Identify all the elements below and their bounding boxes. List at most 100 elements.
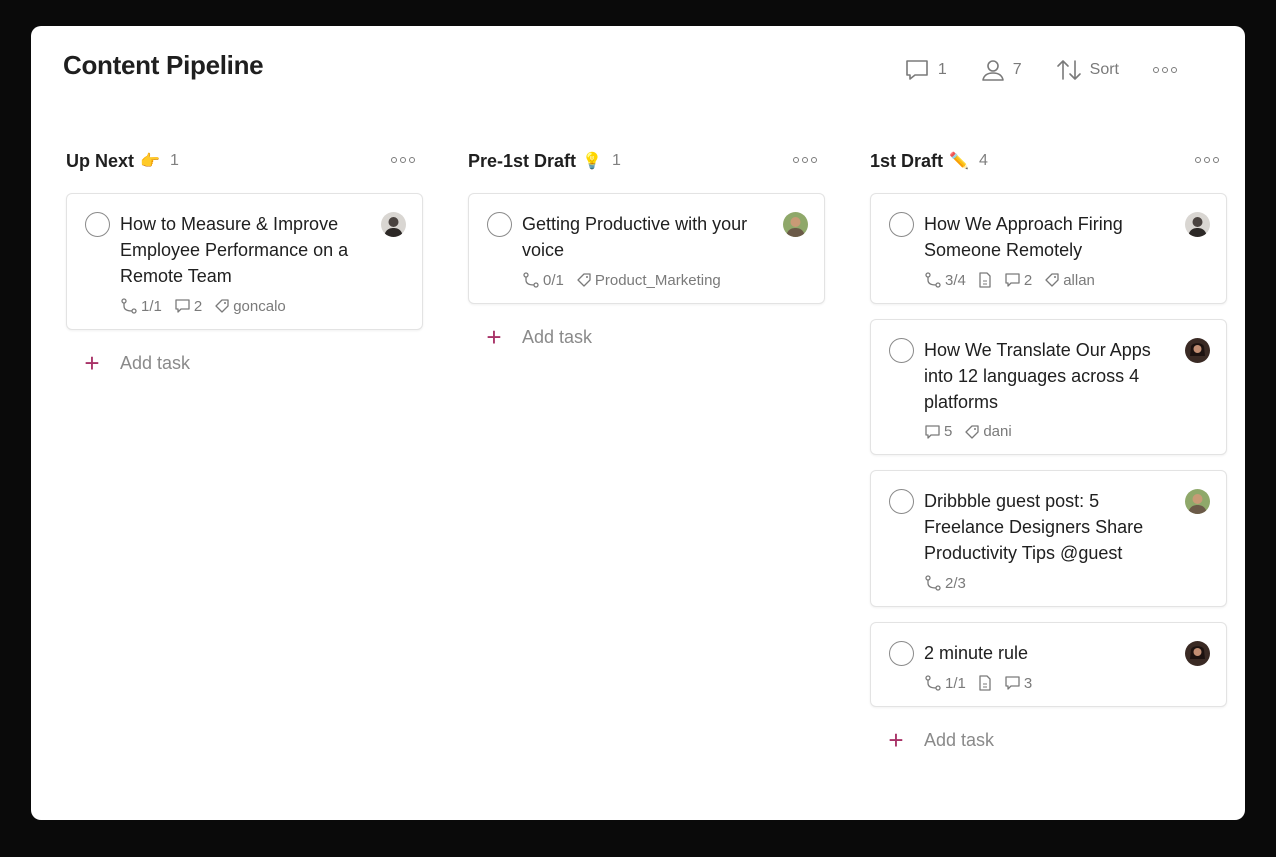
more-dot-icon bbox=[802, 157, 808, 163]
avatar[interactable] bbox=[1185, 489, 1210, 514]
task-card[interactable]: How to Measure & Improve Employee Perfor… bbox=[66, 193, 423, 330]
task-card[interactable]: How We Approach Firing Someone Remotely … bbox=[870, 193, 1227, 304]
task-title: Getting Productive with your voice bbox=[522, 214, 748, 260]
more-dot-icon bbox=[400, 157, 406, 163]
comment-icon bbox=[1004, 272, 1021, 288]
more-dot-icon bbox=[811, 157, 817, 163]
tag-icon bbox=[576, 272, 592, 288]
label-indicator[interactable]: allan bbox=[1044, 272, 1095, 289]
task-checkbox[interactable] bbox=[889, 489, 914, 514]
comments-indicator: 5 bbox=[924, 423, 952, 440]
plus-icon: + bbox=[486, 322, 502, 352]
subtask-icon bbox=[924, 574, 942, 592]
tag-icon bbox=[964, 424, 980, 440]
add-task-button[interactable]: + Add task bbox=[468, 319, 825, 355]
avatar[interactable] bbox=[381, 212, 406, 237]
task-meta: 2/3 bbox=[924, 574, 1210, 592]
task-checkbox[interactable] bbox=[889, 338, 914, 363]
subtask-icon bbox=[924, 674, 942, 692]
column-title: 1st Draft bbox=[870, 150, 944, 171]
task-checkbox[interactable] bbox=[889, 641, 914, 666]
label-indicator[interactable]: dani bbox=[964, 423, 1012, 440]
description-indicator bbox=[978, 675, 992, 691]
more-dot-icon bbox=[1204, 157, 1210, 163]
column-header: Up Next 👉 1 bbox=[66, 146, 423, 176]
column-more-button[interactable] bbox=[793, 157, 817, 163]
column-count: 1 bbox=[169, 152, 179, 169]
comment-icon bbox=[924, 424, 941, 440]
column-up-next: Up Next 👉 1 How to Measure & Improve Emp… bbox=[66, 146, 423, 758]
document-icon bbox=[978, 272, 992, 288]
sort-button[interactable]: Sort bbox=[1056, 58, 1119, 82]
avatar[interactable] bbox=[1185, 641, 1210, 666]
more-dot-icon bbox=[1171, 67, 1177, 73]
subtasks-indicator: 1/1 bbox=[924, 674, 966, 692]
tag-icon bbox=[214, 298, 230, 314]
board-columns: Up Next 👉 1 How to Measure & Improve Emp… bbox=[66, 146, 1227, 758]
document-icon bbox=[978, 675, 992, 691]
more-dot-icon bbox=[1162, 67, 1168, 73]
task-checkbox[interactable] bbox=[889, 212, 914, 237]
label-name: goncalo bbox=[233, 297, 286, 315]
task-checkbox[interactable] bbox=[487, 212, 512, 237]
label-name: Product_Marketing bbox=[594, 271, 721, 289]
comments-count: 2 bbox=[193, 297, 203, 315]
more-dot-icon bbox=[793, 157, 799, 163]
column-emoji: 👉 bbox=[140, 153, 160, 170]
column-header: 1st Draft ✏️ 4 bbox=[870, 146, 1227, 176]
task-card[interactable]: Getting Productive with your voice 0/1 P… bbox=[468, 193, 825, 304]
add-task-label: Add task bbox=[924, 729, 995, 750]
task-title: Dribbble guest post: 5 Freelance Designe… bbox=[924, 491, 1144, 563]
more-dot-icon bbox=[1213, 157, 1219, 163]
subtask-icon bbox=[120, 297, 138, 315]
add-task-label: Add task bbox=[120, 352, 191, 373]
column-header: Pre-1st Draft 💡 1 bbox=[468, 146, 825, 176]
subtask-icon bbox=[924, 271, 942, 289]
subtasks-indicator: 1/1 bbox=[120, 297, 162, 315]
plus-icon: + bbox=[888, 725, 904, 755]
label-indicator[interactable]: goncalo bbox=[214, 298, 286, 315]
task-title: How We Translate Our Apps into 12 langua… bbox=[924, 340, 1151, 412]
comment-icon bbox=[904, 58, 930, 82]
task-card[interactable]: How We Translate Our Apps into 12 langua… bbox=[870, 319, 1227, 455]
column-count: 4 bbox=[978, 152, 988, 169]
column-1st-draft: 1st Draft ✏️ 4 How We Approach Firing So… bbox=[870, 146, 1227, 758]
task-title: 2 minute rule bbox=[924, 643, 1029, 663]
task-card[interactable]: 2 minute rule 1/1 3 bbox=[870, 622, 1227, 707]
label-name: dani bbox=[983, 423, 1012, 440]
person-icon bbox=[981, 58, 1005, 82]
task-title: How We Approach Firing Someone Remotely bbox=[924, 214, 1123, 260]
avatar[interactable] bbox=[1185, 212, 1210, 237]
avatar[interactable] bbox=[1185, 338, 1210, 363]
comments-button[interactable]: 1 bbox=[904, 58, 947, 82]
column-emoji: 💡 bbox=[582, 153, 602, 170]
comments-count: 1 bbox=[937, 61, 947, 78]
more-dot-icon bbox=[391, 157, 397, 163]
add-task-button[interactable]: + Add task bbox=[66, 345, 423, 381]
avatar[interactable] bbox=[783, 212, 808, 237]
task-meta: 1/1 3 bbox=[924, 674, 1210, 692]
column-title: Up Next bbox=[66, 150, 135, 171]
column-pre-1st-draft: Pre-1st Draft 💡 1 Getting Productive wit… bbox=[468, 146, 825, 758]
comment-icon bbox=[174, 298, 191, 314]
description-indicator bbox=[978, 272, 992, 288]
task-meta: 0/1 Product_Marketing bbox=[522, 271, 808, 289]
add-task-button[interactable]: + Add task bbox=[870, 722, 1227, 758]
task-checkbox[interactable] bbox=[85, 212, 110, 237]
people-button[interactable]: 7 bbox=[981, 58, 1022, 82]
comments-count: 3 bbox=[1023, 674, 1033, 692]
people-count: 7 bbox=[1012, 61, 1022, 78]
task-card[interactable]: Dribbble guest post: 5 Freelance Designe… bbox=[870, 470, 1227, 607]
comments-count: 5 bbox=[944, 423, 953, 440]
tag-icon bbox=[1044, 272, 1060, 288]
sort-icon bbox=[1056, 58, 1082, 82]
task-meta: 3/4 2 allan bbox=[924, 271, 1210, 289]
column-more-button[interactable] bbox=[1195, 157, 1219, 163]
subtasks-count: 1/1 bbox=[141, 297, 162, 315]
subtasks-count: 1/1 bbox=[945, 674, 966, 692]
board-more-button[interactable] bbox=[1153, 67, 1177, 73]
column-more-button[interactable] bbox=[391, 157, 415, 163]
label-name: allan bbox=[1063, 271, 1095, 289]
label-indicator[interactable]: Product_Marketing bbox=[576, 272, 721, 289]
more-dot-icon bbox=[409, 157, 415, 163]
